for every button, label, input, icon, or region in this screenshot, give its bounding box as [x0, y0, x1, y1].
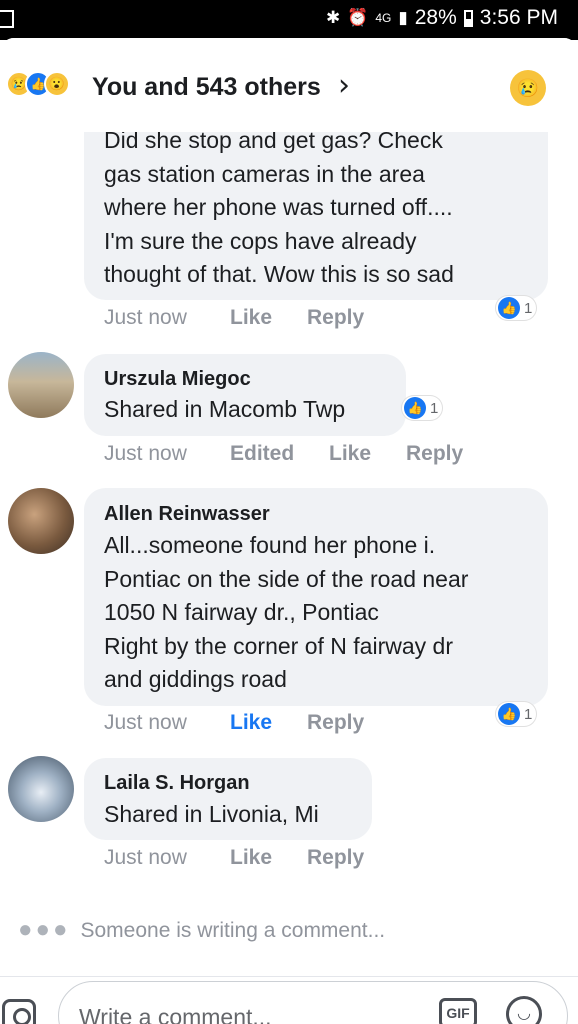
- comment-text: All...someone found her phone i. Pontiac…: [104, 532, 469, 692]
- comment-time: Just now: [104, 442, 187, 465]
- typing-indicator: ●●● Someone is writing a comment...: [18, 916, 385, 944]
- like-count: 1: [430, 399, 439, 417]
- avatar[interactable]: [8, 756, 74, 822]
- comment-time: Just now: [104, 711, 187, 734]
- comment-composer: Write a comment... GIF ◡: [0, 976, 578, 1024]
- comment-text: Shared in Macomb Twp: [104, 396, 346, 422]
- comment-placeholder[interactable]: Write a comment...: [79, 1004, 272, 1024]
- comments-sheet: 😢 👍 😮 You and 543 others › 😢 Did she sto…: [0, 38, 578, 1024]
- like-button-active[interactable]: Like: [230, 711, 272, 735]
- commenter-name[interactable]: Urszula Miegoc: [104, 368, 251, 391]
- wow-reaction-icon: 😮: [44, 71, 70, 97]
- like-count-badge[interactable]: 👍 1: [402, 396, 443, 420]
- commenter-name[interactable]: Allen Reinwasser: [104, 503, 270, 526]
- avatar[interactable]: [8, 352, 74, 418]
- network-label: 4G: [375, 11, 392, 25]
- battery-icon: [463, 9, 473, 27]
- emoji-icon[interactable]: ◡: [506, 996, 542, 1024]
- image-notification-icon: [0, 10, 14, 28]
- comment-meta: Just now Like Reply: [104, 306, 364, 330]
- comment-text: Shared in Livonia, Mi: [104, 801, 319, 827]
- like-reaction-icon: 👍: [498, 297, 520, 319]
- battery-percent: 28%: [414, 6, 457, 29]
- like-count: 1: [524, 299, 533, 317]
- reply-button[interactable]: Reply: [307, 306, 364, 330]
- commenter-name[interactable]: Laila S. Horgan: [104, 772, 250, 795]
- avatar[interactable]: [8, 488, 74, 554]
- status-bar: ✱ ⏰ 4G ▮ 28% 3:56 PM: [0, 0, 578, 40]
- reply-button[interactable]: Reply: [307, 846, 364, 870]
- like-count-badge[interactable]: 👍 1: [496, 702, 537, 726]
- comment-meta: Just now Edited Like Reply: [104, 442, 463, 466]
- like-count: 1: [524, 705, 533, 723]
- camera-icon[interactable]: [2, 999, 36, 1024]
- like-button[interactable]: Like: [329, 442, 371, 466]
- edited-label[interactable]: Edited: [230, 442, 294, 466]
- reply-button[interactable]: Reply: [307, 711, 364, 735]
- clock: 3:56 PM: [479, 6, 558, 29]
- reactions-header[interactable]: 😢 👍 😮 You and 543 others › 😢: [0, 38, 578, 132]
- gif-button[interactable]: GIF: [439, 998, 477, 1024]
- comment-time: Just now: [104, 846, 187, 869]
- like-reaction-icon: 👍: [498, 703, 520, 725]
- like-reaction-icon: 👍: [404, 397, 426, 419]
- chevron-right-icon[interactable]: ›: [338, 68, 350, 103]
- typing-text: Someone is writing a comment...: [80, 919, 386, 942]
- like-button[interactable]: Like: [230, 846, 272, 870]
- reply-button[interactable]: Reply: [406, 442, 463, 466]
- comment-text: Did she stop and get gas? Check gas stat…: [104, 127, 454, 287]
- comment-time: Just now: [104, 306, 187, 329]
- reactions-title[interactable]: You and 543 others: [92, 73, 321, 102]
- comment-meta: Just now Like Reply: [104, 846, 364, 870]
- like-button[interactable]: Like: [230, 306, 272, 330]
- typing-dots-icon: ●●●: [18, 916, 71, 943]
- like-count-badge[interactable]: 👍 1: [496, 296, 537, 320]
- comment-meta: Just now Like Reply: [104, 711, 364, 735]
- my-sad-reaction-icon[interactable]: 😢: [510, 70, 546, 106]
- comment-input[interactable]: Write a comment... GIF ◡: [58, 981, 568, 1024]
- alarm-icon: ⏰: [347, 8, 369, 27]
- bluetooth-icon: ✱: [325, 8, 341, 27]
- signal-icon: ▮: [398, 8, 408, 27]
- reaction-summary[interactable]: 😢 👍 😮: [6, 71, 70, 97]
